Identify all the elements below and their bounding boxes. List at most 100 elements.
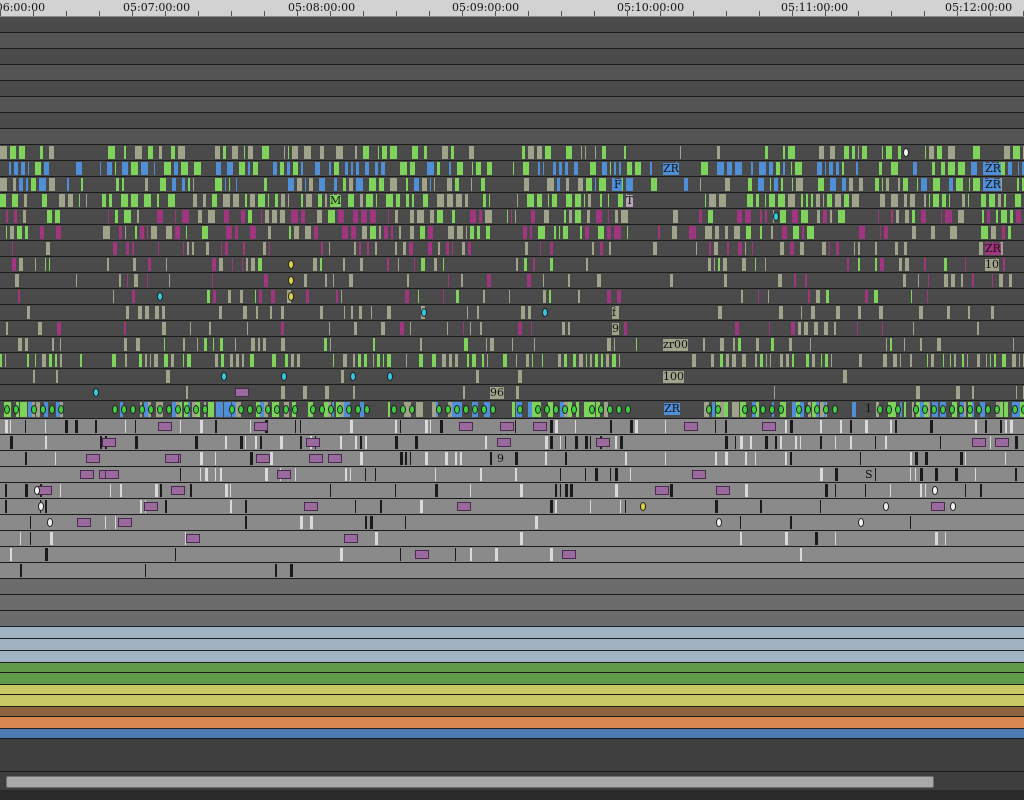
timeline-clip[interactable] [650, 162, 652, 175]
timeline-clip[interactable] [550, 258, 553, 271]
timeline-clip[interactable] [65, 420, 68, 433]
timeline-clip[interactable] [880, 194, 885, 207]
timeline-clip[interactable] [410, 322, 411, 335]
timeline-clip[interactable] [259, 290, 262, 303]
timeline-clip[interactable] [858, 258, 860, 271]
timeline-clip[interactable] [835, 484, 836, 497]
effect-icon[interactable] [309, 454, 323, 463]
timeline-clip[interactable] [243, 242, 245, 255]
timeline-clip[interactable] [741, 290, 743, 303]
timeline-clip[interactable] [1016, 210, 1021, 223]
timeline-clip[interactable] [612, 354, 616, 367]
timeline-clip[interactable] [406, 194, 409, 207]
timeline-clip[interactable] [532, 354, 533, 367]
timeline-clip[interactable] [35, 354, 36, 367]
timeline-clip[interactable] [516, 258, 518, 271]
timeline-clip[interactable] [334, 162, 339, 175]
timeline-clip[interactable] [425, 452, 428, 465]
timeline-clip[interactable] [460, 452, 462, 465]
timeline-clip[interactable] [333, 274, 334, 287]
timeline-clip[interactable] [937, 338, 941, 351]
timeline-band[interactable] [0, 717, 1024, 729]
timeline-clip[interactable] [924, 194, 926, 207]
timeline-clip[interactable] [948, 146, 955, 159]
timeline-clip[interactable] [281, 386, 285, 399]
timeline-clip[interactable] [620, 500, 621, 513]
timeline-clip[interactable] [517, 194, 518, 207]
timeline-clip[interactable] [842, 162, 844, 175]
timeline-clip[interactable] [116, 178, 119, 191]
timeline-clip[interactable] [814, 322, 818, 335]
timeline-clip[interactable] [554, 226, 556, 239]
video-track[interactable]: ZR F [0, 177, 1024, 193]
clip-marker-icon[interactable] [387, 372, 393, 381]
empty-video-track[interactable] [0, 65, 1024, 81]
timeline-clip[interactable] [6, 322, 8, 335]
timeline-clip[interactable] [765, 194, 766, 207]
timeline-clip[interactable] [304, 274, 307, 287]
timeline-clip[interactable] [980, 484, 982, 497]
timeline-clip[interactable] [183, 354, 184, 367]
clip-marker-icon[interactable] [292, 405, 298, 414]
timeline-clip[interactable] [944, 274, 948, 287]
timeline-clip[interactable] [384, 226, 388, 239]
timeline-clip[interactable] [400, 452, 403, 465]
timeline-clip[interactable] [45, 420, 46, 433]
timeline-clip[interactable] [219, 306, 222, 319]
timeline-clip[interactable] [395, 210, 398, 223]
timeline-clip[interactable] [304, 146, 311, 159]
timeline-clip[interactable] [6, 210, 8, 223]
video-track[interactable]: 10 [0, 257, 1024, 273]
timeline-clip[interactable] [653, 242, 657, 255]
timeline-clip[interactable] [388, 402, 390, 417]
timeline-clip[interactable] [884, 226, 888, 239]
timeline-clip[interactable] [849, 178, 853, 191]
timeline-clip[interactable] [852, 194, 859, 207]
timeline-clip[interactable] [180, 468, 181, 481]
timeline-clip[interactable] [725, 178, 730, 191]
timeline-clip[interactable] [886, 338, 887, 351]
timeline-clip[interactable] [359, 306, 362, 319]
timeline-clip[interactable] [135, 146, 142, 159]
timeline-clip[interactable] [197, 338, 198, 351]
timeline-clip[interactable] [263, 242, 266, 255]
timeline-clip[interactable] [228, 290, 231, 303]
timeline-clip[interactable] [294, 226, 299, 239]
timeline-clip[interactable] [1019, 354, 1020, 367]
timeline-clip[interactable] [516, 386, 519, 399]
timeline-clip[interactable] [202, 226, 208, 239]
timeline-clip[interactable] [370, 226, 376, 239]
timeline-clip[interactable] [375, 162, 378, 175]
timeline-clip[interactable] [776, 162, 780, 175]
timeline-clip[interactable] [154, 162, 155, 175]
timeline-clip[interactable] [844, 146, 849, 159]
timeline-clip[interactable] [18, 338, 22, 351]
timeline-clip[interactable] [340, 548, 343, 561]
timeline-clip[interactable] [550, 242, 553, 255]
timeline-clip[interactable] [121, 194, 128, 207]
timeline-clip[interactable] [960, 452, 963, 465]
timeline-clip[interactable] [353, 354, 355, 367]
timeline-clip[interactable] [166, 258, 167, 271]
timeline-clip[interactable] [515, 452, 518, 465]
timeline-clip[interactable] [240, 290, 243, 303]
timeline-clip[interactable] [472, 354, 476, 367]
timeline-clip[interactable] [49, 146, 54, 159]
timeline-clip[interactable] [38, 322, 42, 335]
timeline-clip[interactable] [373, 354, 374, 367]
timeline-clip[interactable] [956, 178, 963, 191]
timeline-clip[interactable] [416, 402, 423, 417]
timeline-clip[interactable] [275, 564, 277, 577]
timeline-clip[interactable] [155, 484, 158, 497]
timeline-clip[interactable] [835, 532, 836, 545]
clip-marker-icon[interactable] [715, 405, 721, 414]
timeline-clip[interactable] [735, 162, 742, 175]
clip-marker-icon[interactable] [265, 405, 271, 414]
timeline-clip[interactable] [194, 162, 201, 175]
timeline-clip[interactable] [377, 354, 380, 367]
timeline-clip[interactable] [875, 468, 876, 481]
timeline-clip[interactable] [912, 226, 916, 239]
timeline-clip[interactable] [356, 162, 359, 175]
timeline-clip[interactable] [0, 354, 2, 367]
timeline-clip[interactable] [913, 162, 917, 175]
